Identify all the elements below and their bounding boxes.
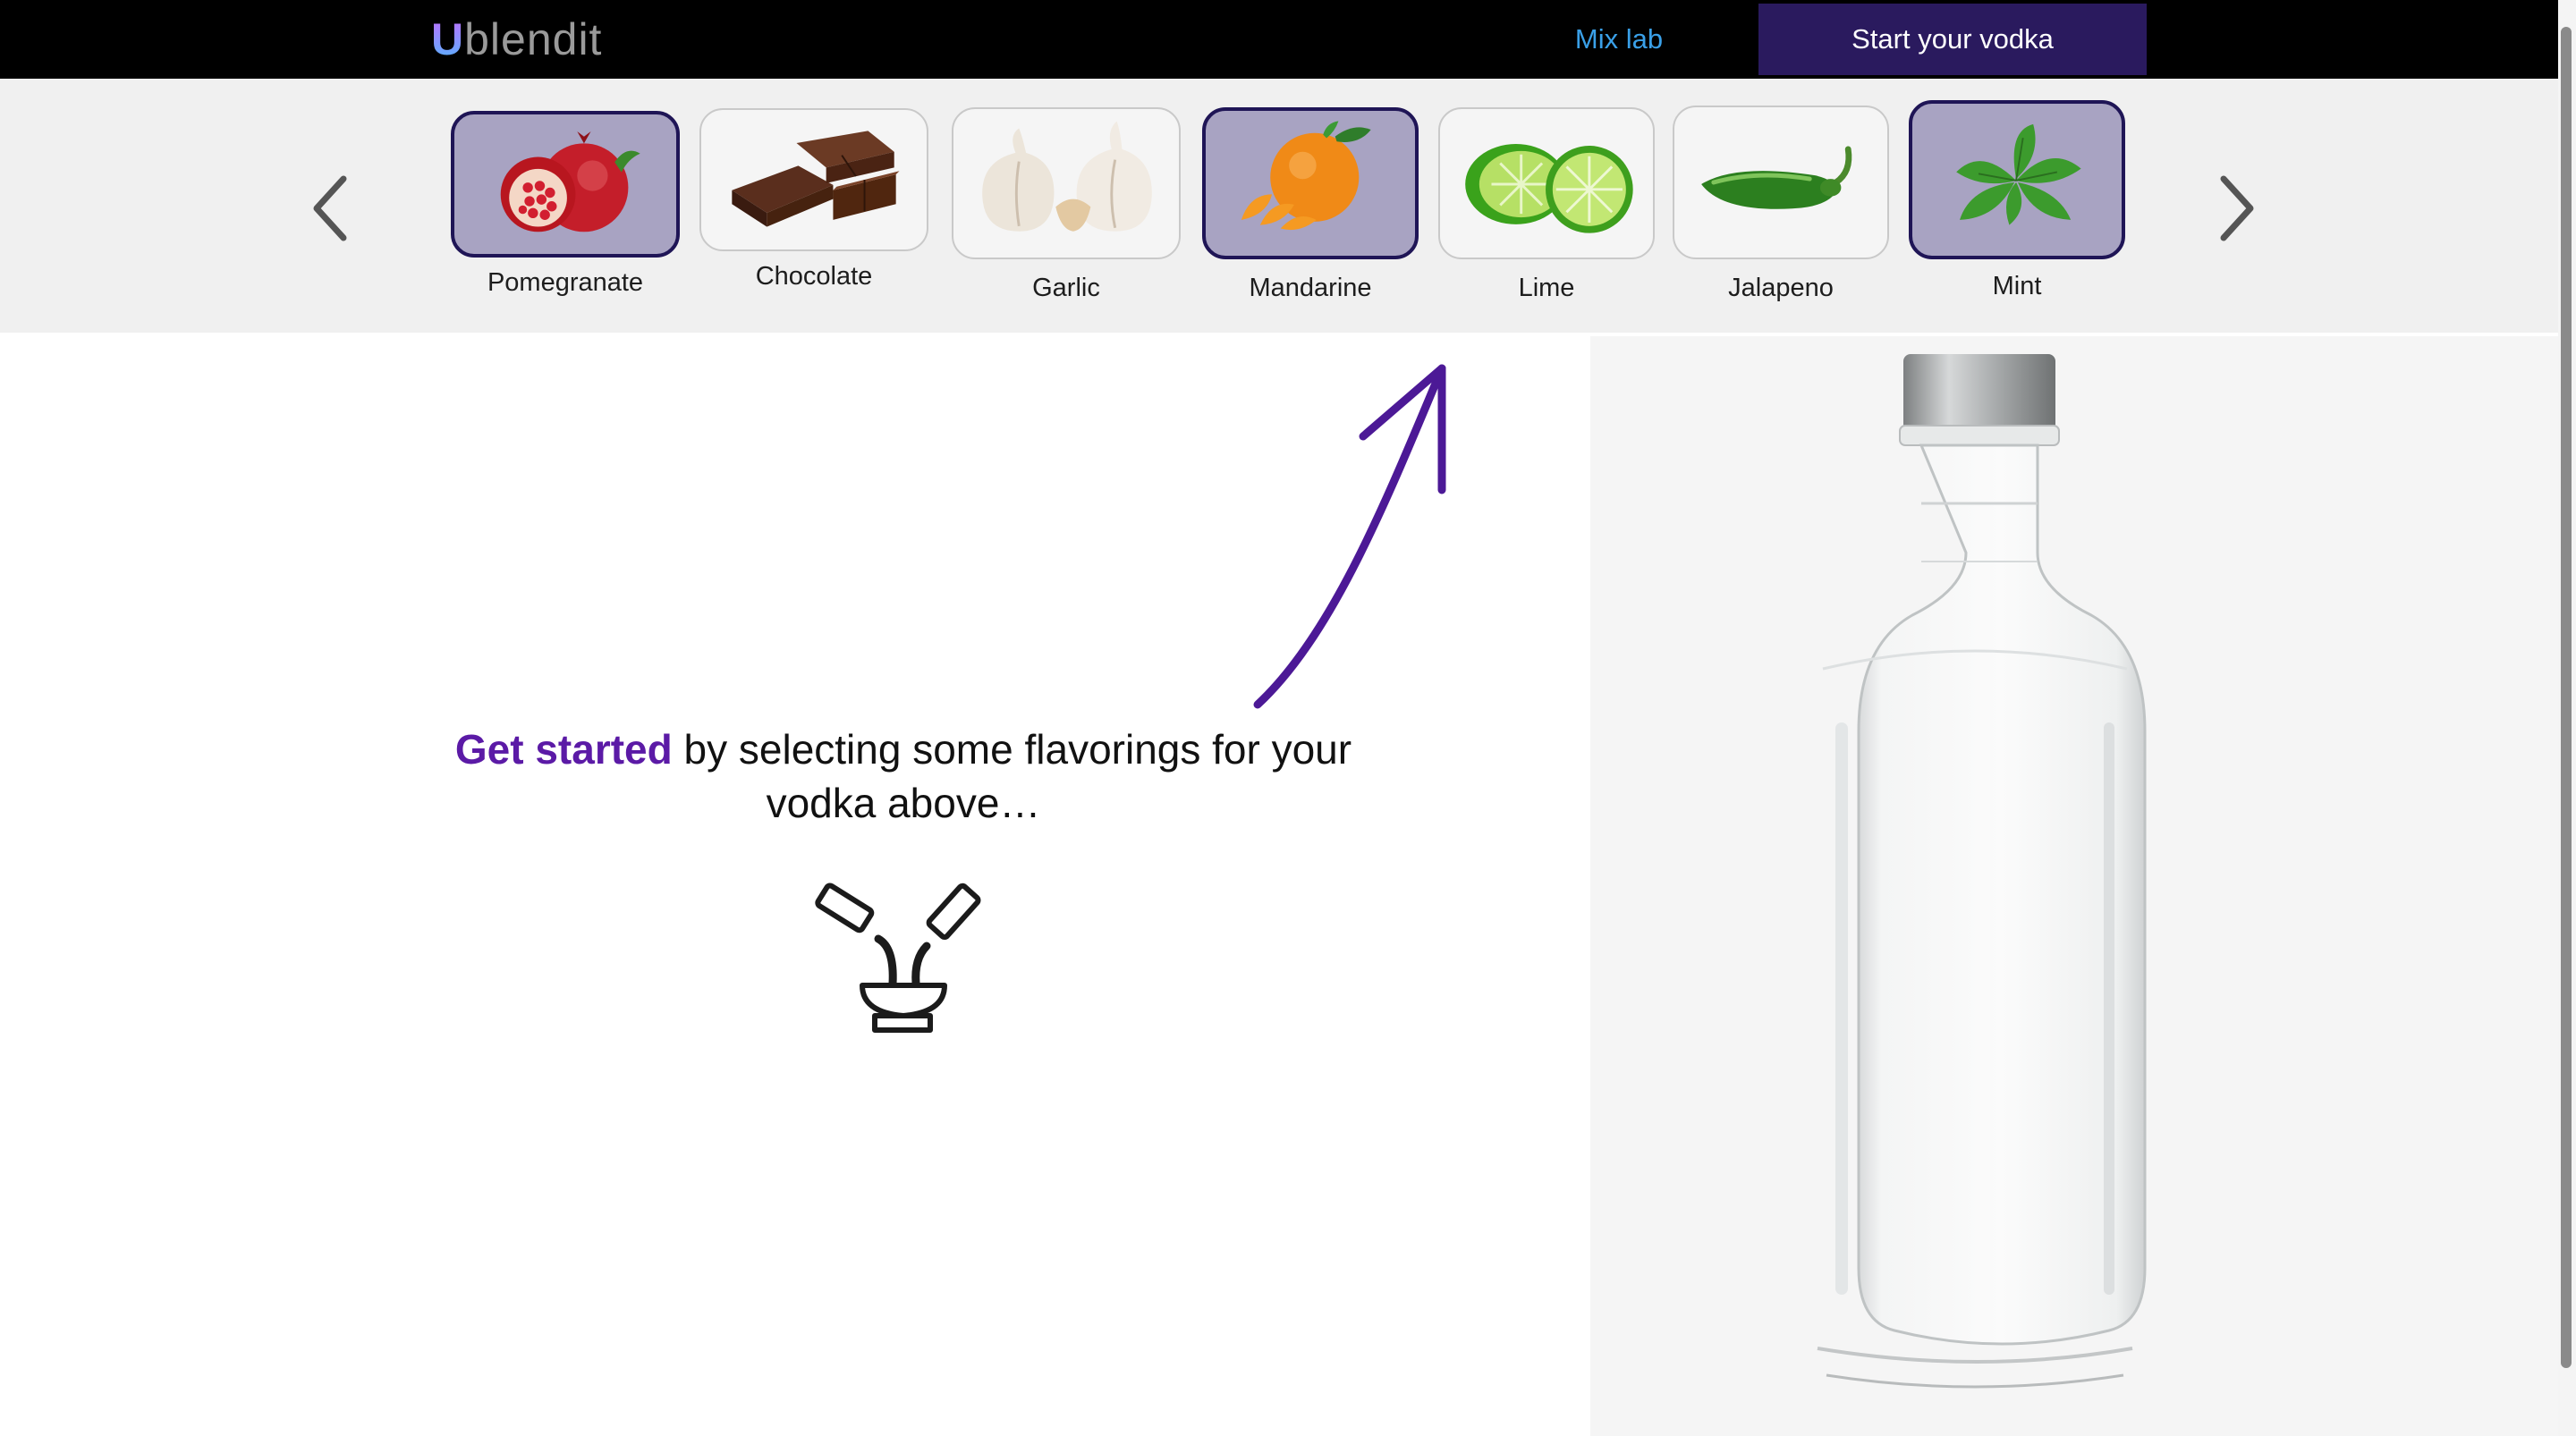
logo-wordmark: blendit: [464, 14, 603, 64]
garlic-icon: [982, 121, 1152, 232]
flavor-tile: [1673, 106, 1889, 259]
carousel-prev-button[interactable]: [304, 168, 358, 249]
top-navigation-bar: Ublendit Mix lab Start your vodka: [0, 0, 2576, 79]
jalapeno-icon: [1701, 146, 1852, 209]
get-started-text: by selecting some flavorings for your vo…: [672, 726, 1352, 826]
scrollbar-thumb[interactable]: [2561, 27, 2572, 1368]
lime-icon: [1465, 144, 1633, 233]
flavor-label: Mint: [1992, 272, 2042, 300]
flavor-card-mandarine[interactable]: Mandarine: [1202, 107, 1419, 302]
bottle-preview-panel: [1590, 336, 2558, 1436]
flavor-tile: [699, 108, 928, 251]
pomegranate-icon: [500, 131, 640, 232]
flavor-card-mint[interactable]: Mint: [1909, 100, 2125, 300]
flavor-card-jalapeno[interactable]: Jalapeno: [1673, 106, 1889, 302]
chocolate-icon: [732, 131, 900, 227]
flavor-tile: [451, 111, 680, 258]
flavor-carousel: Pomegranate Chocolate Garlic Mandarine L…: [0, 79, 2558, 333]
chevron-right-icon: [2220, 175, 2254, 241]
pour-mix-icon: [815, 883, 981, 1033]
page-scrollbar[interactable]: [2558, 0, 2576, 1436]
flavor-card-pomegranate[interactable]: Pomegranate: [451, 111, 680, 297]
mandarine-icon: [1241, 121, 1371, 231]
hint-arrow-icon: [1253, 364, 1446, 709]
nav-start-your-vodka-button[interactable]: Start your vodka: [1758, 4, 2147, 75]
carousel-next-button[interactable]: [2209, 168, 2263, 249]
get-started-emphasis: Get started: [454, 726, 673, 773]
nav-mix-lab-link[interactable]: Mix lab: [1538, 0, 1699, 79]
flavor-tile: [1438, 107, 1655, 259]
flavor-tile: [952, 107, 1181, 259]
ublendit-logo[interactable]: Ublendit: [431, 13, 602, 66]
flavor-card-chocolate[interactable]: Chocolate: [699, 108, 928, 291]
flavor-tile: [1202, 107, 1419, 259]
vodka-bottle-image: [1817, 354, 2147, 1389]
flavor-card-garlic[interactable]: Garlic: [952, 107, 1181, 302]
logo-initial: U: [431, 14, 465, 64]
flavor-tile: [1909, 100, 2125, 259]
get-started-instruction: Get started by selecting some flavorings…: [429, 722, 1377, 830]
flavor-card-lime[interactable]: Lime: [1438, 107, 1655, 302]
mint-icon: [1956, 123, 2081, 225]
chevron-left-icon: [313, 175, 347, 241]
